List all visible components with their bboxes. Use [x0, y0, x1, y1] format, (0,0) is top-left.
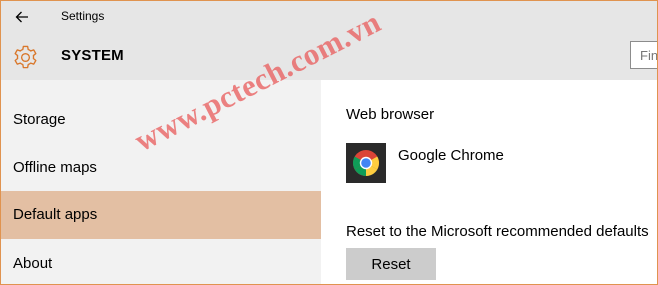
reset-description: Reset to the Microsoft recommended defau…: [346, 223, 649, 240]
sidebar-item-default-apps[interactable]: Default apps: [1, 191, 321, 239]
web-browser-app-button[interactable]: Google Chrome: [346, 143, 546, 183]
search-box[interactable]: [630, 41, 657, 69]
page-header: SYSTEM: [1, 33, 657, 80]
chrome-icon: [352, 150, 380, 177]
sidebar-item-label: Default apps: [13, 206, 98, 223]
sidebar: Storage Offline maps Default apps About: [1, 80, 321, 284]
sidebar-item-label: About: [13, 255, 53, 272]
window-title: Settings: [61, 9, 105, 23]
chrome-icon-tile: [346, 143, 386, 183]
sidebar-item-storage[interactable]: Storage: [1, 96, 321, 144]
sidebar-item-label: Storage: [13, 111, 66, 128]
sidebar-item-about[interactable]: About: [1, 240, 321, 284]
search-input[interactable]: [631, 42, 657, 68]
settings-window: Settings SYSTEM Storage Offline maps Def…: [0, 0, 658, 285]
web-browser-app-name: Google Chrome: [398, 147, 504, 164]
web-browser-heading: Web browser: [346, 106, 435, 123]
back-arrow-icon: [15, 11, 28, 23]
main-content: Web browser Google Chrome Reset to the M…: [321, 80, 657, 284]
sidebar-item-offline-maps[interactable]: Offline maps: [1, 144, 321, 192]
back-button[interactable]: [9, 5, 35, 29]
gear-icon: [14, 45, 37, 69]
title-bar: Settings: [1, 1, 657, 33]
page-title: SYSTEM: [61, 47, 124, 64]
sidebar-item-label: Offline maps: [13, 159, 97, 176]
reset-button[interactable]: Reset: [346, 248, 436, 280]
